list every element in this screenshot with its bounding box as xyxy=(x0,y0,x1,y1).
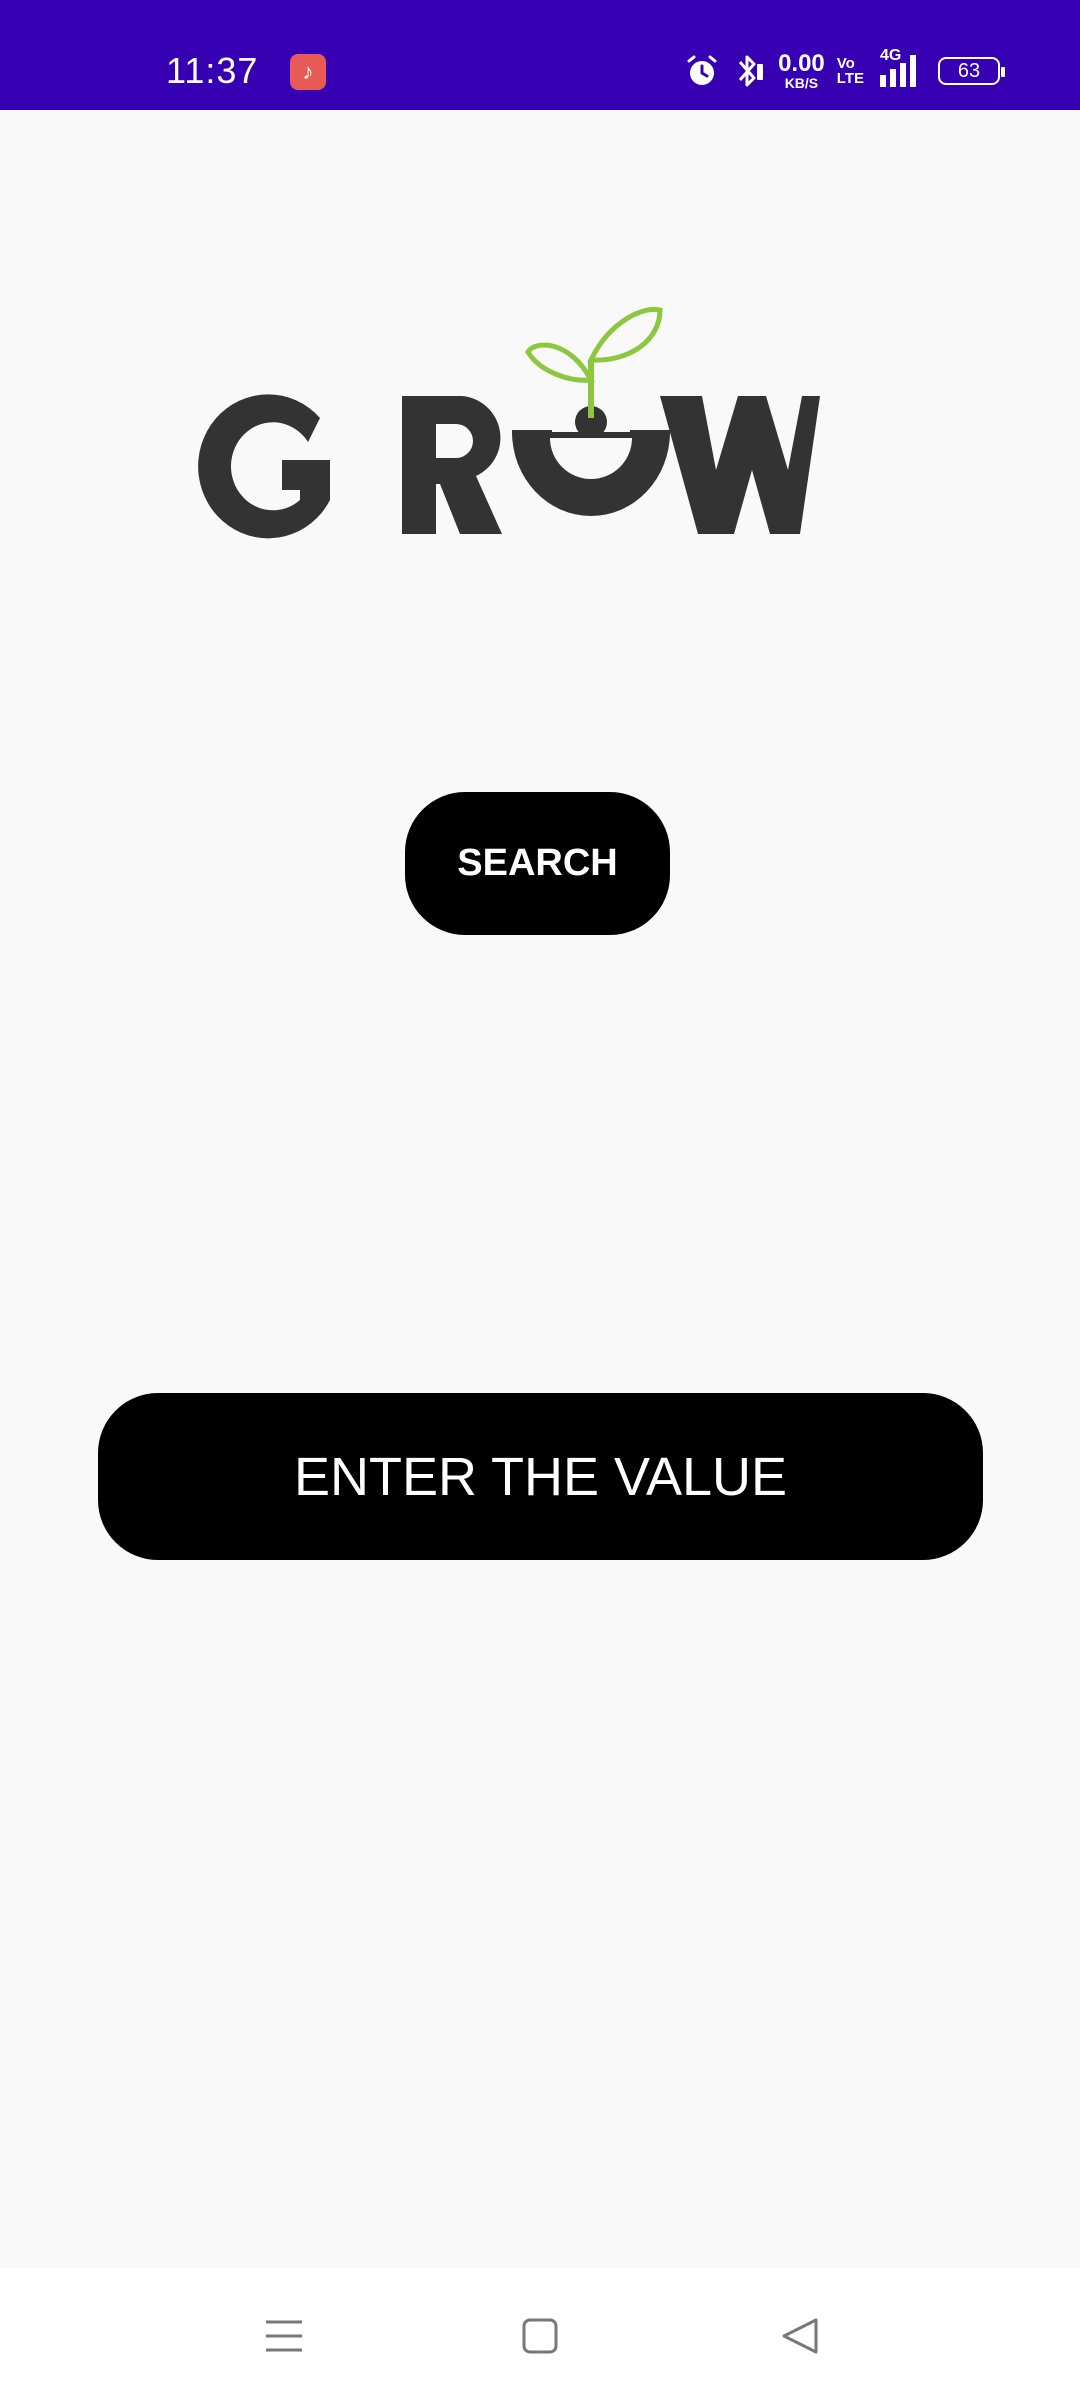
battery-icon: 63 xyxy=(938,57,1005,85)
home-icon[interactable] xyxy=(510,2308,570,2364)
back-icon[interactable] xyxy=(770,2308,830,2364)
status-bar: 11:37 ♪ 0.00 KB/S Vo LTE 4G 63 xyxy=(0,0,1080,110)
battery-level: 63 xyxy=(957,59,981,82)
music-icon: ♪ xyxy=(290,54,326,90)
signal-icon: 4G xyxy=(876,47,926,91)
volte-indicator: Vo LTE xyxy=(837,56,864,86)
status-time: 11:37 xyxy=(166,50,259,91)
grow-logo xyxy=(190,300,820,550)
grow-logo-image xyxy=(198,306,820,539)
menu-icon[interactable] xyxy=(254,2308,314,2364)
volte-top: Vo xyxy=(836,55,855,72)
alarm-icon xyxy=(687,55,717,85)
volte-bottom: LTE xyxy=(836,70,864,87)
enter-value-button[interactable]: ENTER THE VALUE xyxy=(98,1393,983,1560)
bluetooth-icon xyxy=(738,55,764,87)
data-speed-unit: KB/S xyxy=(784,75,819,91)
data-speed: 0.00 KB/S xyxy=(778,50,825,91)
status-icons: 0.00 KB/S Vo LTE 4G 63 xyxy=(684,46,1005,96)
data-speed-value: 0.00 xyxy=(778,50,825,77)
search-button[interactable]: SEARCH xyxy=(405,792,670,935)
navigation-bar xyxy=(0,2268,1080,2400)
